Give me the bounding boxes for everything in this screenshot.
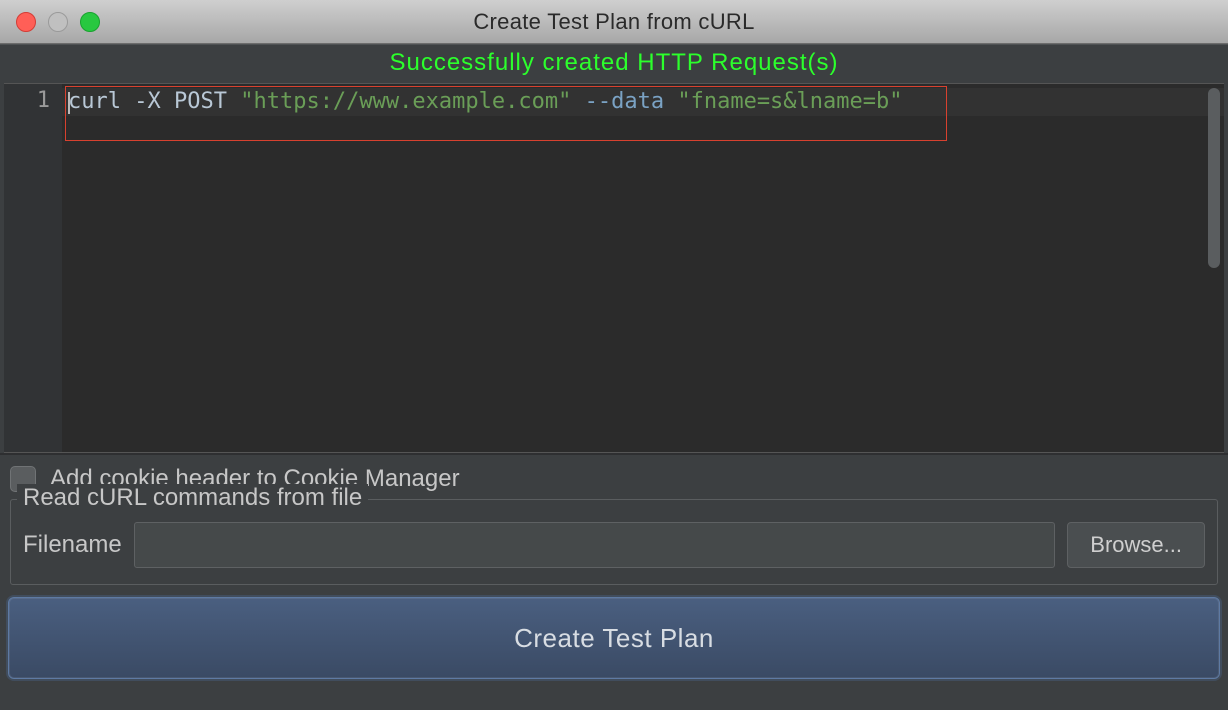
curl-editor[interactable]: 1 curl -X POST "https://www.example.com"…: [4, 83, 1224, 453]
line-number: 1: [4, 88, 50, 113]
filename-label: Filename: [23, 531, 122, 559]
token-flag-data: --data: [585, 89, 664, 114]
file-fieldset: Read cURL commands from file Filename Br…: [10, 499, 1218, 585]
token-method: POST: [174, 89, 227, 114]
token-body: "fname=s&lname=b": [677, 89, 902, 114]
create-test-plan-button[interactable]: Create Test Plan: [8, 597, 1220, 679]
token-url: "https://www.example.com": [240, 89, 571, 114]
window-title: Create Test Plan from cURL: [0, 9, 1228, 35]
editor-gutter: 1: [4, 84, 62, 452]
file-row: Filename Browse...: [23, 514, 1205, 568]
titlebar: Create Test Plan from cURL: [0, 0, 1228, 44]
token-command: curl: [68, 89, 121, 114]
options-panel: Add cookie header to Cookie Manager Read…: [0, 453, 1228, 585]
editor-scrollbar[interactable]: [1206, 86, 1222, 286]
filename-input[interactable]: [134, 522, 1056, 568]
fieldset-legend: Read cURL commands from file: [17, 484, 368, 512]
token-flag-x: -X: [134, 89, 161, 114]
dialog-create-test-plan: Create Test Plan from cURL Successfully …: [0, 0, 1228, 710]
code-line[interactable]: curl -X POST "https://www.example.com" -…: [62, 88, 1224, 116]
browse-button[interactable]: Browse...: [1067, 522, 1205, 568]
scroll-thumb[interactable]: [1208, 88, 1220, 268]
editor-code-area[interactable]: curl -X POST "https://www.example.com" -…: [62, 84, 1224, 452]
action-area: Create Test Plan: [0, 585, 1228, 687]
status-message: Successfully created HTTP Request(s): [0, 44, 1228, 83]
